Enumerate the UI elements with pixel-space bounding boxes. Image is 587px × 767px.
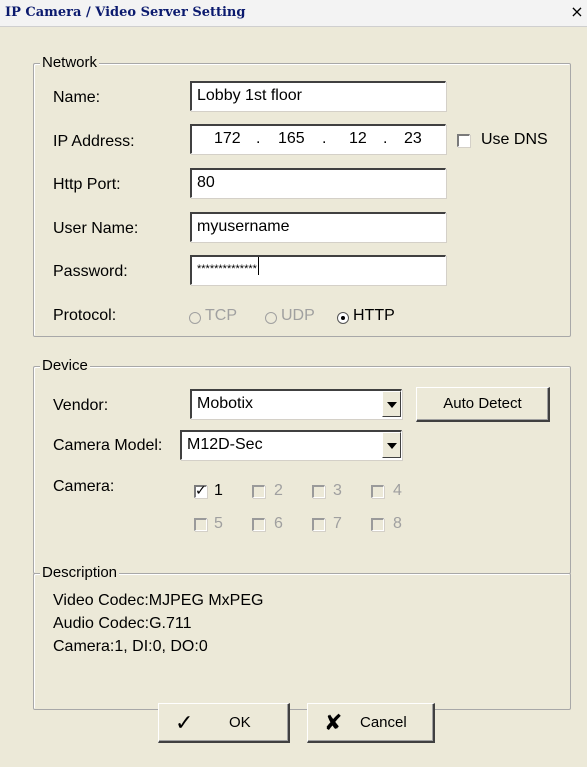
close-icon[interactable]: × [569, 3, 585, 21]
radio-udp-label: UDP [281, 307, 315, 324]
camera-3-checkbox[interactable] [312, 485, 325, 498]
camera-2-label: 2 [274, 482, 283, 499]
password-input[interactable]: ************** [190, 255, 446, 285]
description-audio-codec: Audio Codec:G.711 [53, 615, 192, 632]
http-port-input[interactable]: 80 [190, 168, 446, 198]
camera-4-checkbox[interactable] [371, 485, 384, 498]
camera-1-label: 1 [214, 482, 223, 499]
radio-tcp[interactable] [189, 312, 201, 324]
password-mask: ************** [197, 263, 257, 275]
camera-3-label: 3 [333, 482, 342, 499]
protocol-label: Protocol: [53, 307, 117, 324]
radio-tcp-label: TCP [205, 307, 237, 324]
camera-5-checkbox[interactable] [194, 518, 207, 531]
text-caret [257, 257, 259, 275]
camera-model-select[interactable]: M12D-Sec [180, 430, 402, 460]
use-dns-checkbox[interactable] [457, 134, 470, 147]
camera-model-value: M12D-Sec [187, 436, 263, 453]
network-legend: Network [40, 54, 100, 72]
dialog-body: Network Name: Lobby 1st floor IP Address… [0, 27, 587, 767]
vendor-dropdown-button[interactable] [382, 391, 401, 417]
chevron-down-icon [387, 443, 397, 449]
camera-8-label: 8 [393, 515, 402, 532]
camera-8-checkbox[interactable] [371, 518, 384, 531]
ip-octet-3: 12 [349, 130, 367, 147]
camera-model-label: Camera Model: [53, 437, 163, 454]
user-name-input[interactable]: myusername [190, 212, 446, 242]
camera-6-label: 6 [274, 515, 283, 532]
name-label: Name: [53, 89, 101, 106]
chevron-down-icon [387, 402, 397, 408]
camera-label: Camera: [53, 478, 115, 495]
cancel-label: Cancel [360, 714, 407, 731]
ok-label: OK [229, 714, 251, 731]
radio-selected-dot [341, 316, 345, 320]
http-port-label: Http Port: [53, 176, 121, 193]
window-title: IP Camera / Video Server Setting [5, 5, 246, 20]
ip-dot: . [256, 130, 261, 147]
x-mark-icon: ✘ [324, 710, 343, 735]
camera-2-checkbox[interactable] [252, 485, 265, 498]
ip-octet-4: 23 [404, 130, 422, 147]
vendor-select[interactable]: Mobotix [190, 389, 402, 419]
checkmark-icon: ✓ [175, 710, 194, 735]
device-legend: Device [40, 357, 90, 375]
ip-dot: . [322, 130, 327, 147]
camera-7-label: 7 [333, 515, 342, 532]
radio-udp[interactable] [265, 312, 277, 324]
camera-4-label: 4 [393, 482, 402, 499]
ip-address-label: IP Address: [53, 133, 135, 150]
auto-detect-label: Auto Detect [443, 395, 522, 412]
vendor-label: Vendor: [53, 397, 109, 414]
camera-1-checkbox[interactable]: ✓ [194, 482, 207, 498]
ip-octet-2: 165 [278, 130, 305, 147]
name-input[interactable]: Lobby 1st floor [190, 81, 446, 111]
auto-detect-button[interactable]: Auto Detect [416, 387, 550, 422]
use-dns-label: Use DNS [481, 131, 548, 148]
radio-http[interactable] [337, 312, 349, 324]
camera-6-checkbox[interactable] [252, 518, 265, 531]
ok-button[interactable]: ✓ OK [158, 703, 290, 743]
vendor-value: Mobotix [197, 395, 254, 412]
password-label: Password: [53, 263, 128, 280]
checkmark-icon: ✓ [195, 482, 207, 498]
camera-model-dropdown-button[interactable] [382, 432, 401, 458]
cancel-button[interactable]: ✘ Cancel [307, 703, 435, 743]
ip-dot: . [383, 130, 388, 147]
title-bar: IP Camera / Video Server Setting × [0, 0, 587, 27]
ip-address-input[interactable]: 172 . 165 . 12 . 23 [190, 124, 446, 154]
description-video-codec: Video Codec:MJPEG MxPEG [53, 592, 264, 609]
description-camera-io: Camera:1, DI:0, DO:0 [53, 638, 208, 655]
radio-http-label: HTTP [353, 307, 395, 324]
user-name-label: User Name: [53, 220, 139, 237]
ip-octet-1: 172 [214, 130, 241, 147]
camera-7-checkbox[interactable] [312, 518, 325, 531]
description-legend: Description [40, 564, 120, 582]
camera-5-label: 5 [214, 515, 223, 532]
